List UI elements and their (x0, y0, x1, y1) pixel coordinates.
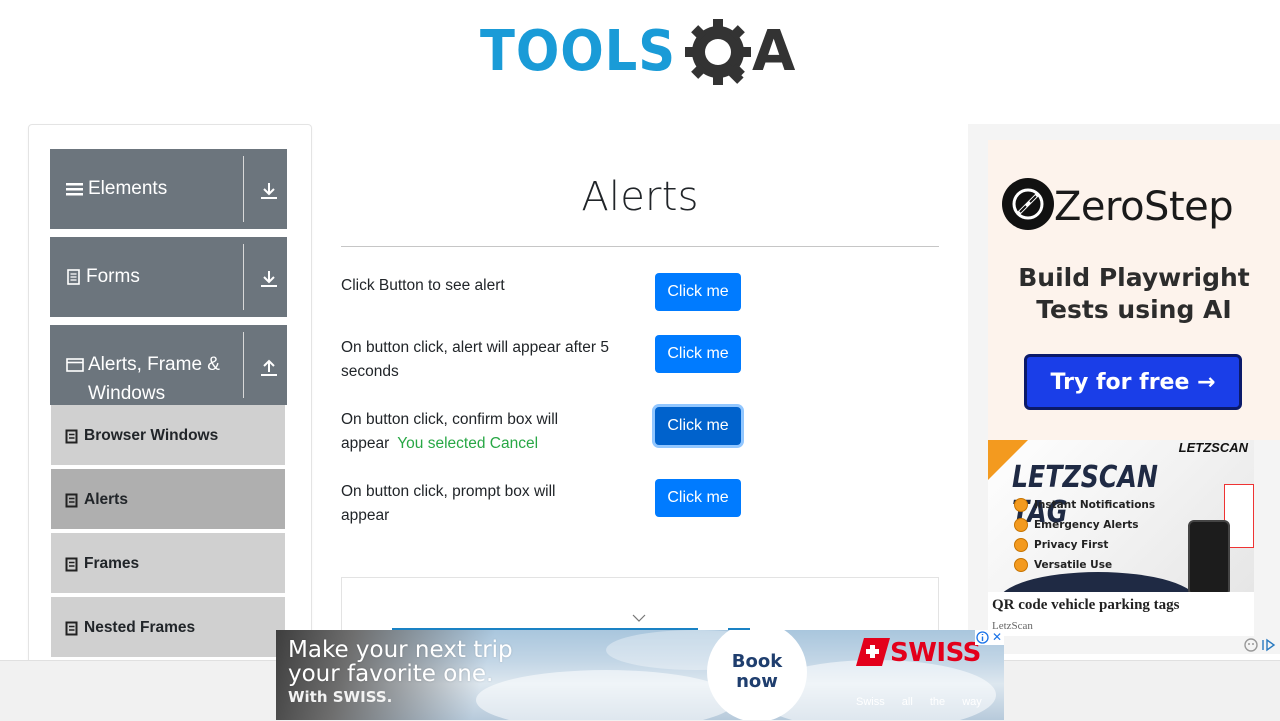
book-now-button[interactable]: Book now (707, 630, 807, 720)
adchoices-icon[interactable] (1243, 637, 1279, 653)
group-header-forms[interactable]: Forms (50, 237, 287, 317)
feature-list: Instant Notifications Emergency Alerts P… (1014, 498, 1155, 578)
chevron-down-icon[interactable] (632, 614, 646, 622)
logo-a-text: A (752, 19, 796, 84)
group-label-line2: Windows (88, 383, 166, 404)
group-header-elements[interactable]: Elements (50, 149, 287, 229)
sidebar-item-browser-windows[interactable]: Browser Windows (51, 405, 285, 467)
download-arrow-icon[interactable] (258, 180, 280, 202)
list-item-icon (65, 429, 78, 444)
zerostep-brand: ZeroStep (1054, 184, 1234, 230)
sidebar-item-frames[interactable]: Frames (51, 533, 285, 595)
swiss-flag-icon (856, 638, 890, 666)
prompt-row-label: On button click, prompt box will appear (341, 483, 556, 524)
swiss-headline: Make your next trip your favorite one. (288, 637, 513, 687)
swiss-brand: SWISS (890, 638, 981, 668)
feature-item: Instant Notifications (1014, 498, 1155, 518)
hamburger-icon (66, 182, 83, 196)
zerostep-tagline: Build Playwright Tests using AI (1018, 263, 1250, 324)
swiss-slogan: Swiss all the way (856, 696, 982, 708)
logo-tools-text: TOOLS (480, 19, 676, 84)
divider (243, 332, 244, 398)
sidebar-item-label: Nested Frames (84, 619, 196, 636)
prompt-button[interactable]: Click me (655, 479, 741, 517)
feature-item: Emergency Alerts (1014, 518, 1155, 538)
sidebar-item-alerts[interactable]: Alerts (51, 469, 285, 531)
group-label: Forms (86, 266, 140, 287)
swiss-banner-ad[interactable]: Make your next trip your favorite one. W… (276, 630, 1004, 720)
window-icon (66, 358, 84, 372)
sidebar-item-nested-frames[interactable]: Nested Frames (51, 597, 285, 659)
list-item-icon (65, 621, 78, 636)
timer-alert-button[interactable]: Click me (655, 335, 741, 373)
left-panel: Elements Forms Alerts, Frame & Windows B… (28, 124, 312, 686)
title-divider (341, 246, 939, 247)
group-label-line1: Alerts, Frame & (88, 354, 220, 375)
ad-info-icon[interactable] (975, 630, 990, 645)
divider (243, 244, 244, 310)
divider (243, 156, 244, 222)
page-title: Alerts (581, 174, 699, 220)
list-item-icon (65, 493, 78, 508)
download-arrow-icon[interactable] (258, 268, 280, 290)
group-label: Elements (88, 178, 168, 199)
toolsqa-logo[interactable]: TOOLS A (480, 16, 806, 92)
upload-arrow-icon[interactable] (258, 356, 280, 378)
document-icon (67, 269, 80, 285)
sidebar-item-label: Frames (84, 555, 140, 572)
ad-headline[interactable]: QR code vehicle parking tags (992, 597, 1180, 614)
close-icon[interactable]: ✕ (990, 630, 1004, 645)
gear-icon (685, 19, 751, 85)
group-header-alerts-frame-windows[interactable]: Alerts, Frame & Windows (50, 325, 287, 405)
swiss-subline: With SWISS. (288, 688, 393, 706)
alert-button[interactable]: Click me (655, 273, 741, 311)
zerostep-logo-icon (1002, 178, 1054, 230)
letzscan-caption[interactable]: QR code vehicle parking tags LetzScan (988, 592, 1254, 636)
alert-row-label: Click Button to see alert (341, 277, 505, 294)
feature-item: Privacy First (1014, 538, 1155, 558)
letzscan-ad[interactable]: LETZSCAN LETZSCAN TAG Instant Notificati… (988, 440, 1254, 592)
sidebar-item-label: Browser Windows (84, 427, 219, 444)
sidebar-item-label: Alerts (84, 491, 128, 508)
phone-image (1188, 520, 1230, 592)
confirm-result-text: You selected Cancel (397, 435, 539, 452)
zerostep-ad[interactable]: ZeroStep Build Playwright Tests using AI… (988, 140, 1280, 440)
try-for-free-button[interactable]: Try for free → (1024, 354, 1242, 410)
confirm-button[interactable]: Click me (655, 407, 741, 445)
letzscan-logo: LETZSCAN (1178, 440, 1248, 455)
timer-alert-row-label: On button click, alert will appear after… (341, 339, 609, 380)
list-item-icon (65, 557, 78, 572)
confirm-row-label: On button click, confirm box will appear… (341, 411, 559, 452)
